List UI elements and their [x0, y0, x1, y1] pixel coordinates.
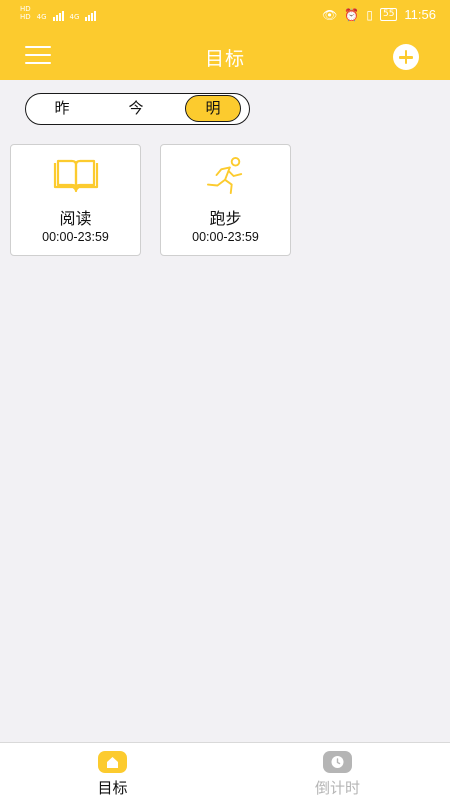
eye-icon: 👁: [322, 7, 338, 22]
bottom-nav: 目标 倒计时: [0, 742, 450, 800]
goal-name: 阅读: [59, 209, 92, 228]
battery-icon: 55: [379, 8, 398, 21]
goal-time-range: 00:00-23:59: [42, 230, 109, 244]
signal-indicators: HD HD 4G 4G: [20, 5, 97, 21]
signal-strength-icon-2: [85, 9, 97, 21]
status-icons: 👁 ⏰ ▯ 55 11:56: [322, 7, 436, 22]
nav-item-countdown[interactable]: 倒计时: [225, 743, 450, 800]
goal-time-range: 00:00-23:59: [192, 230, 259, 244]
network-type-label: 4G: [36, 13, 47, 21]
nav-label-countdown: 倒计时: [314, 779, 360, 797]
alarm-icon: ⏰: [344, 7, 360, 22]
home-icon: [98, 751, 127, 773]
status-time: 11:56: [404, 7, 436, 22]
goal-card-reading[interactable]: 阅读 00:00-23:59: [10, 144, 141, 256]
running-person-icon: [207, 157, 243, 195]
nav-label-goals: 目标: [97, 779, 128, 797]
sim-badge: HD HD: [20, 5, 31, 21]
page-title: 目标: [204, 48, 245, 70]
book-icon: [53, 159, 99, 193]
network-type-label-2: 4G: [69, 13, 80, 21]
goal-card-running[interactable]: 跑步 00:00-23:59: [160, 144, 291, 256]
signal-strength-icon: [52, 9, 64, 21]
day-selector: 昨 今 明: [25, 93, 250, 125]
day-option-tomorrow[interactable]: 明: [185, 95, 241, 122]
day-option-yesterday[interactable]: 昨: [34, 95, 90, 122]
clock-icon: [323, 751, 352, 773]
add-goal-button[interactable]: [393, 44, 419, 70]
day-option-today[interactable]: 今: [108, 95, 164, 122]
vibrate-icon: ▯: [366, 7, 373, 22]
app-bar: 目标: [0, 30, 450, 80]
status-bar: HD HD 4G 4G 👁 ⏰ ▯ 55 11:56: [0, 0, 450, 30]
nav-item-goals[interactable]: 目标: [0, 743, 225, 800]
goal-name: 跑步: [209, 209, 242, 228]
